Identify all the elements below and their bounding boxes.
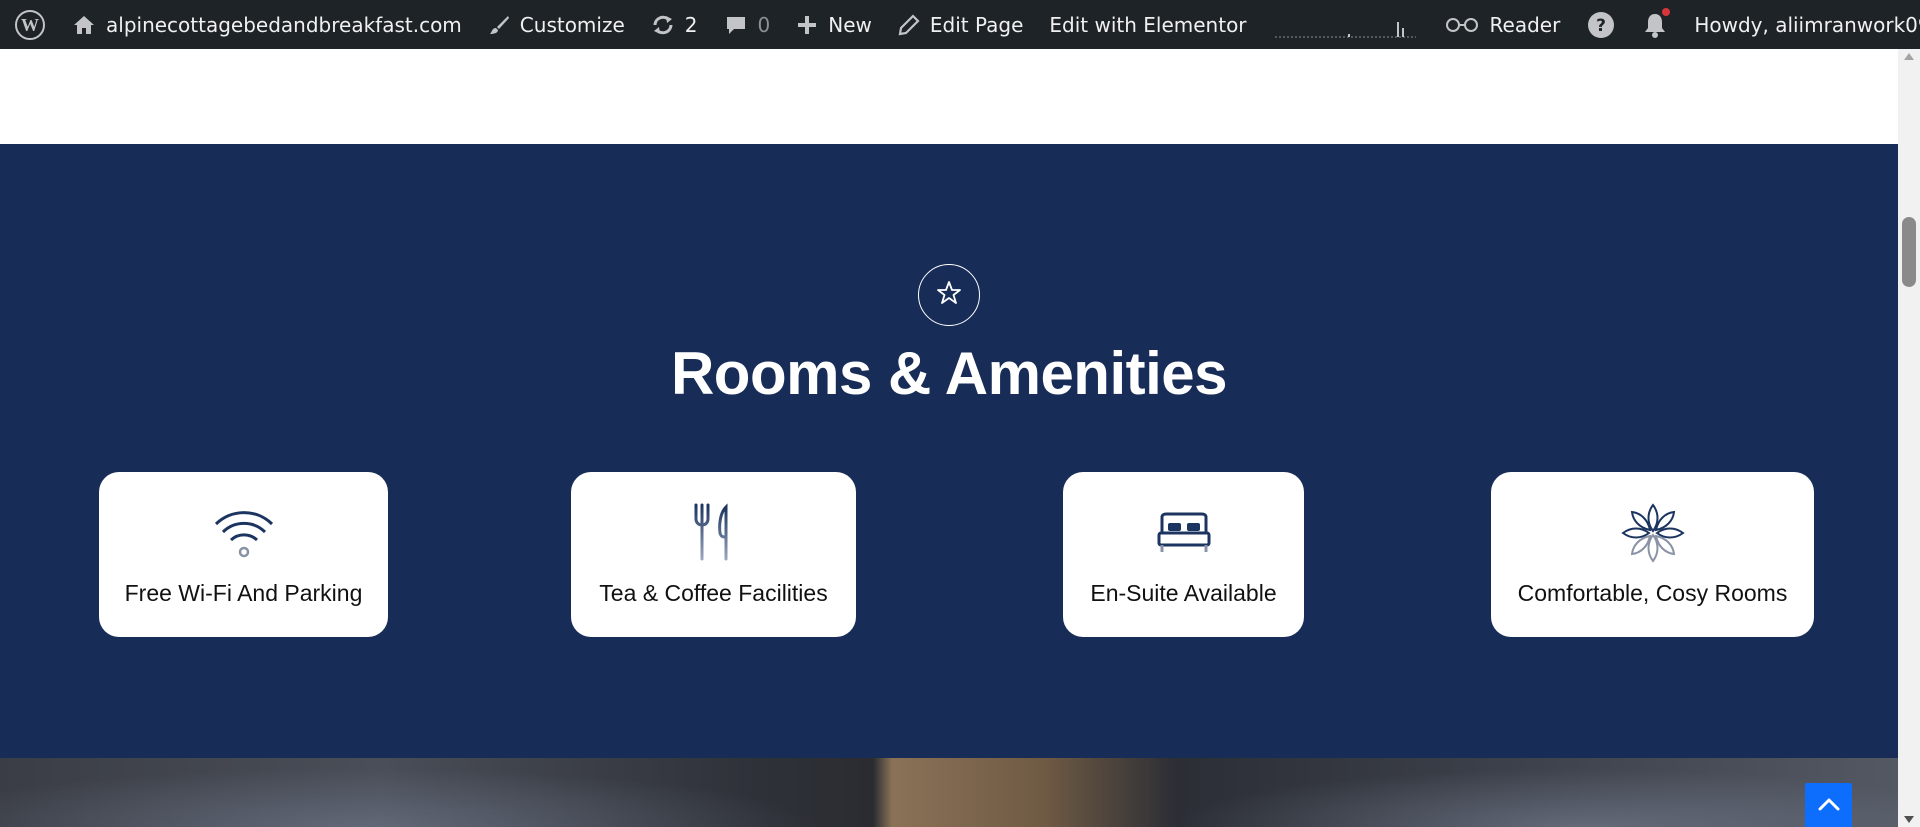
amenity-card-tea-coffee: Tea & Coffee Facilities <box>571 472 856 637</box>
help-button[interactable]: ? <box>1573 0 1629 49</box>
brush-icon <box>488 14 510 36</box>
star-icon-badge <box>918 264 980 326</box>
updates-icon <box>651 14 675 36</box>
amenity-label: Comfortable, Cosy Rooms <box>1517 580 1788 606</box>
amenity-label: En-Suite Available <box>1090 580 1277 606</box>
edit-with-elementor-link[interactable]: Edit with Elementor <box>1036 0 1259 49</box>
account-menu[interactable]: Howdy, aliimranwork09 <box>1681 0 1920 49</box>
site-name-link[interactable]: alpinecottagebedandbreakfast.com <box>59 0 475 49</box>
site-name-label: alpinecottagebedandbreakfast.com <box>106 12 462 37</box>
help-icon: ? <box>1586 10 1616 40</box>
scroll-down-arrow-icon[interactable] <box>1904 816 1914 823</box>
reader-label: Reader <box>1489 12 1561 37</box>
background-photo <box>0 758 1898 827</box>
scroll-up-arrow-icon[interactable] <box>1904 53 1914 60</box>
howdy-label: Howdy, aliimranwork09 <box>1694 12 1920 37</box>
amenity-label: Free Wi-Fi And Parking <box>124 580 363 606</box>
comments-count: 0 <box>757 12 771 37</box>
customize-link[interactable]: Customize <box>475 0 638 49</box>
plus-icon <box>796 14 818 36</box>
stats-sparkline[interactable] <box>1260 0 1431 49</box>
new-content-link[interactable]: New <box>783 0 885 49</box>
comment-icon <box>724 14 748 36</box>
pencil-icon <box>898 13 920 36</box>
home-icon <box>72 14 96 36</box>
fork-knife-icon <box>690 503 738 562</box>
back-to-top-button[interactable] <box>1805 783 1852 827</box>
svg-text:W: W <box>21 15 39 35</box>
chevron-up-icon <box>1817 796 1841 817</box>
scrollbar-thumb[interactable] <box>1902 217 1916 287</box>
comments-link[interactable]: 0 <box>711 0 784 49</box>
admin-bar: W alpinecottagebedandbreakfast.com Custo… <box>0 0 1920 49</box>
section-title: Rooms & Amenities <box>670 340 1228 407</box>
bed-icon <box>1156 504 1212 562</box>
rooms-amenities-section: Rooms & Amenities Free Wi-Fi And Parking… <box>0 144 1898 758</box>
stats-sparkline-icon <box>1274 21 1416 37</box>
new-label: New <box>828 12 872 37</box>
reader-link[interactable]: Reader <box>1431 0 1574 49</box>
edit-page-link[interactable]: Edit Page <box>885 0 1037 49</box>
amenity-card-en-suite: En-Suite Available <box>1063 472 1304 637</box>
amenity-card-wifi: Free Wi-Fi And Parking <box>99 472 388 637</box>
top-white-band <box>0 49 1898 144</box>
amenity-label: Tea & Coffee Facilities <box>599 580 828 606</box>
svg-text:?: ? <box>1596 16 1606 36</box>
wifi-icon <box>213 504 275 562</box>
photo-shade <box>1100 758 1898 827</box>
edit-elementor-label: Edit with Elementor <box>1049 12 1247 37</box>
page-scrollbar[interactable] <box>1898 49 1920 827</box>
notification-dot <box>1662 8 1671 16</box>
customize-label: Customize <box>519 12 625 37</box>
updates-count: 2 <box>684 12 698 37</box>
updates-link[interactable]: 2 <box>638 0 711 49</box>
star-icon <box>935 279 963 312</box>
wordpress-logo-icon[interactable]: W <box>0 0 59 49</box>
amenity-card-cosy-rooms: Comfortable, Cosy Rooms <box>1491 472 1814 637</box>
glasses-icon <box>1444 14 1480 36</box>
edit-page-label: Edit Page <box>929 12 1024 37</box>
notifications-button[interactable] <box>1629 0 1681 49</box>
page-content: Rooms & Amenities Free Wi-Fi And Parking… <box>0 49 1898 827</box>
lotus-icon <box>1620 503 1685 563</box>
photo-shade <box>0 758 900 827</box>
